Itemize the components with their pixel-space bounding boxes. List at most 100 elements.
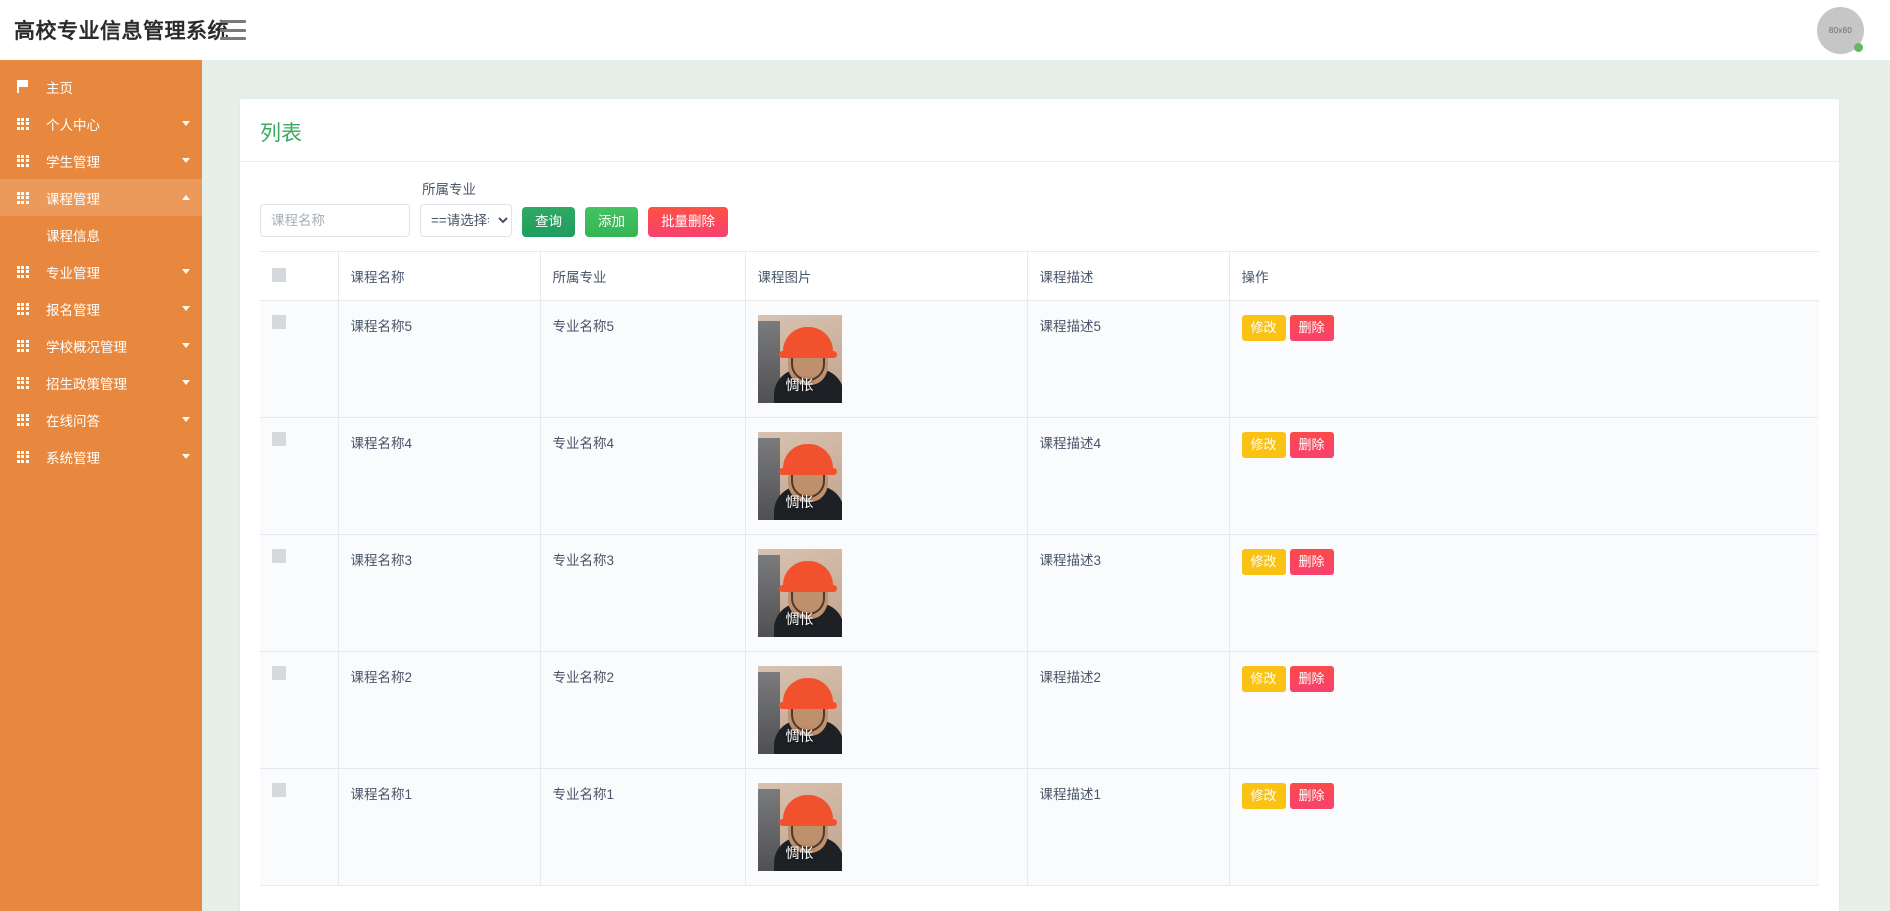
sidebar-item-label: 个人中心 [46, 117, 100, 133]
search-input[interactable] [260, 204, 410, 237]
cell-actions: 修改 删除 [1229, 300, 1820, 418]
sidebar-item-label: 报名管理 [46, 302, 100, 318]
thumb-hardhat-brim [778, 468, 837, 475]
grid-icon [0, 302, 46, 315]
sidebar-item-student-management[interactable]: 学生管理 [0, 142, 202, 179]
online-status-dot [1854, 42, 1863, 52]
chevron-down-icon [182, 343, 190, 348]
cell-actions: 修改 删除 [1229, 417, 1820, 535]
header-course-image: 课程图片 [745, 251, 1028, 301]
sidebar-item-online-qa[interactable]: 在线问答 [0, 401, 202, 438]
sidebar-item-course-management[interactable]: 课程管理 [0, 179, 202, 216]
cell-course-desc: 课程描述1 [1027, 768, 1230, 886]
cell-course-desc: 课程描述2 [1027, 651, 1230, 769]
edit-button[interactable]: 修改 [1241, 549, 1286, 575]
sidebar-item-personal-center[interactable]: 个人中心 [0, 105, 202, 142]
grid-icon [0, 265, 46, 278]
sidebar-item-label: 学生管理 [46, 154, 100, 170]
hamburger-icon[interactable] [220, 20, 246, 40]
table-wrapper: 课程名称 所属专业 课程图片 课程描述 操作 课程名称5 专业名称5 惆怅 课程描述5… [240, 251, 1839, 886]
sidebar-item-admission-policy-management[interactable]: 招生政策管理 [0, 364, 202, 401]
grid-icon [0, 450, 46, 463]
row-select-cell [260, 534, 339, 652]
top-header: 高校专业信息管理系统 80x80 [0, 0, 1890, 60]
cell-course-image: 惆怅 [745, 651, 1028, 769]
search-field-group [260, 204, 410, 237]
card-title: 列表 [240, 99, 1840, 162]
chevron-down-icon [182, 380, 190, 385]
chevron-up-icon [182, 195, 190, 200]
main-content: 列表 所属专业 ==请选择== 查询 添加 批量删除 [202, 60, 1890, 911]
sidebar-item-label: 专业管理 [46, 265, 100, 281]
cell-actions: 修改 删除 [1229, 651, 1820, 769]
avatar[interactable]: 80x80 [1817, 6, 1864, 54]
table-header-row: 课程名称 所属专业 课程图片 课程描述 操作 [260, 251, 1820, 301]
sidebar-item-major-management[interactable]: 专业管理 [0, 253, 202, 290]
cell-course-name: 课程名称4 [338, 417, 541, 535]
sidebar-item-enrollment-management[interactable]: 报名管理 [0, 290, 202, 327]
row-action-group: 修改 删除 [1241, 432, 1808, 458]
row-action-group: 修改 删除 [1241, 549, 1808, 575]
table-row: 课程名称2 专业名称2 惆怅 课程描述2 修改 删除 [260, 651, 1820, 769]
add-button[interactable]: 添加 [585, 207, 638, 237]
sidebar-item-label: 在线问答 [46, 413, 100, 429]
edit-button[interactable]: 修改 [1241, 783, 1286, 809]
row-select-cell [260, 768, 339, 886]
table-body: 课程名称5 专业名称5 惆怅 课程描述5 修改 删除 课程名称4 专业名称4 惆怅 课程描述4 修改… [260, 300, 1820, 886]
body-row: 主页 个人中心 学生管理 课程管理 课程信息 专业管理 报名管理 学校概况管理 … [0, 60, 1890, 911]
row-checkbox[interactable] [272, 783, 286, 797]
cell-course-name: 课程名称3 [338, 534, 541, 652]
course-thumbnail[interactable]: 惆怅 [757, 549, 842, 637]
cell-course-name: 课程名称2 [338, 651, 541, 769]
cell-course-name: 课程名称5 [338, 300, 541, 418]
delete-button[interactable]: 删除 [1289, 432, 1334, 458]
course-thumbnail[interactable]: 惆怅 [757, 432, 842, 520]
sidebar-subitem-course-info[interactable]: 课程信息 [0, 216, 202, 253]
select-all-checkbox[interactable] [272, 267, 286, 282]
sidebar-item-label: 招生政策管理 [46, 376, 127, 392]
edit-button[interactable]: 修改 [1241, 432, 1286, 458]
sidebar-item-home[interactable]: 主页 [0, 68, 202, 105]
cell-course-image: 惆怅 [745, 417, 1028, 535]
grid-icon [0, 117, 46, 130]
thumb-hardhat-brim [778, 702, 837, 709]
delete-button[interactable]: 删除 [1289, 315, 1334, 341]
image-watermark: 惆怅 [785, 611, 814, 627]
row-checkbox[interactable] [272, 315, 286, 329]
batch-delete-button[interactable]: 批量删除 [648, 207, 728, 237]
cell-course-image: 惆怅 [745, 300, 1028, 418]
cell-major: 专业名称5 [540, 300, 746, 418]
cell-course-desc: 课程描述3 [1027, 534, 1230, 652]
app-root: 高校专业信息管理系统 80x80 主页 个人中心 学生管理 课程管理 课程信息 … [0, 0, 1890, 911]
grid-icon [0, 413, 46, 426]
thumb-hardhat-brim [778, 351, 837, 358]
image-watermark: 惆怅 [785, 728, 814, 744]
chevron-down-icon [182, 417, 190, 422]
table-row: 课程名称3 专业名称3 惆怅 课程描述3 修改 删除 [260, 534, 1820, 652]
row-select-cell [260, 651, 339, 769]
sidebar-item-school-overview-management[interactable]: 学校概况管理 [0, 327, 202, 364]
row-checkbox[interactable] [272, 666, 286, 680]
row-checkbox[interactable] [272, 549, 286, 563]
header-course-desc: 课程描述 [1027, 251, 1230, 301]
select-all-header [260, 251, 339, 301]
cell-major: 专业名称3 [540, 534, 746, 652]
query-button[interactable]: 查询 [522, 207, 575, 237]
chevron-down-icon [182, 121, 190, 126]
delete-button[interactable]: 删除 [1289, 666, 1334, 692]
course-thumbnail[interactable]: 惆怅 [757, 315, 842, 403]
chevron-down-icon [182, 306, 190, 311]
row-checkbox[interactable] [272, 432, 286, 446]
major-select[interactable]: ==请选择== [420, 204, 512, 237]
sidebar-item-system-management[interactable]: 系统管理 [0, 438, 202, 475]
edit-button[interactable]: 修改 [1241, 666, 1286, 692]
cell-major: 专业名称2 [540, 651, 746, 769]
table-row: 课程名称5 专业名称5 惆怅 课程描述5 修改 删除 [260, 300, 1820, 418]
chevron-down-icon [182, 454, 190, 459]
course-thumbnail[interactable]: 惆怅 [757, 783, 842, 871]
course-thumbnail[interactable]: 惆怅 [757, 666, 842, 754]
row-action-group: 修改 删除 [1241, 315, 1808, 341]
delete-button[interactable]: 删除 [1289, 549, 1334, 575]
edit-button[interactable]: 修改 [1241, 315, 1286, 341]
delete-button[interactable]: 删除 [1289, 783, 1334, 809]
